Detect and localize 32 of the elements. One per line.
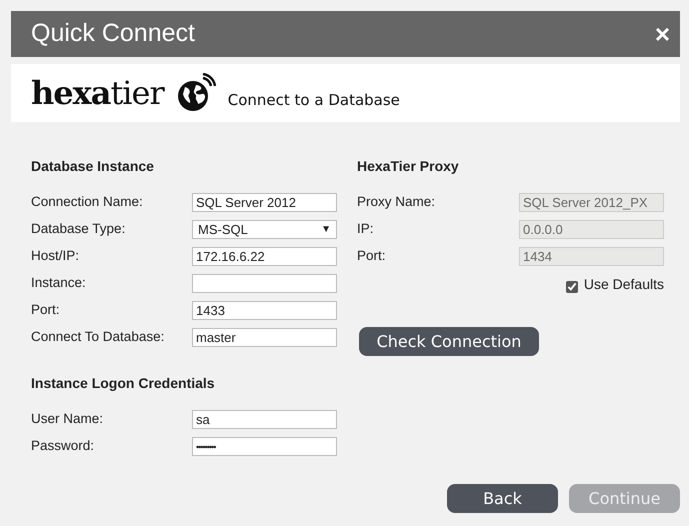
section-heading: Instance Logon Credentials (31, 374, 216, 391)
logo: hexatier (31, 73, 164, 114)
check-connection-button[interactable]: Check Connection (359, 327, 539, 356)
field-label: Database Type: (31, 220, 126, 238)
field-label: Connection Name: (31, 193, 143, 212)
input-field[interactable]: master (192, 328, 337, 347)
input-field[interactable]: 1433 (192, 301, 337, 320)
checkbox-label: Use Defaults (584, 275, 664, 294)
field-label: User Name: (31, 410, 104, 428)
input-field[interactable] (192, 274, 337, 293)
field-label: Instance: (31, 274, 86, 292)
dropdown-field[interactable]: MS-SQL ▼ (192, 220, 337, 239)
window-title: Quick Connect (31, 18, 195, 50)
field-label: IP: (357, 220, 374, 238)
globe-signal-icon (176, 73, 216, 113)
input-field[interactable]: 172.16.6.22 (192, 247, 337, 266)
field-label: Port: (31, 301, 60, 320)
field-label: Port: (357, 247, 386, 266)
close-button[interactable]: × (650, 21, 674, 47)
field-label: Host/IP: (31, 247, 80, 266)
field-label: Proxy Name: (357, 193, 436, 212)
section-heading: HexaTier Proxy (357, 157, 460, 174)
password-field[interactable]: ••••••••• (192, 437, 337, 456)
input-field[interactable]: sa (192, 410, 337, 429)
field-label: Connect To Database: (31, 328, 164, 346)
input-field[interactable]: SQL Server 2012 (192, 193, 337, 212)
footer-button[interactable]: Back (447, 484, 558, 513)
subtitle: Connect to a Database (228, 90, 400, 111)
checkbox[interactable] (566, 280, 578, 292)
field-label: Password: (31, 437, 94, 456)
section-heading: Database Instance (31, 157, 155, 174)
caret-icon: ▼ (321, 222, 331, 237)
